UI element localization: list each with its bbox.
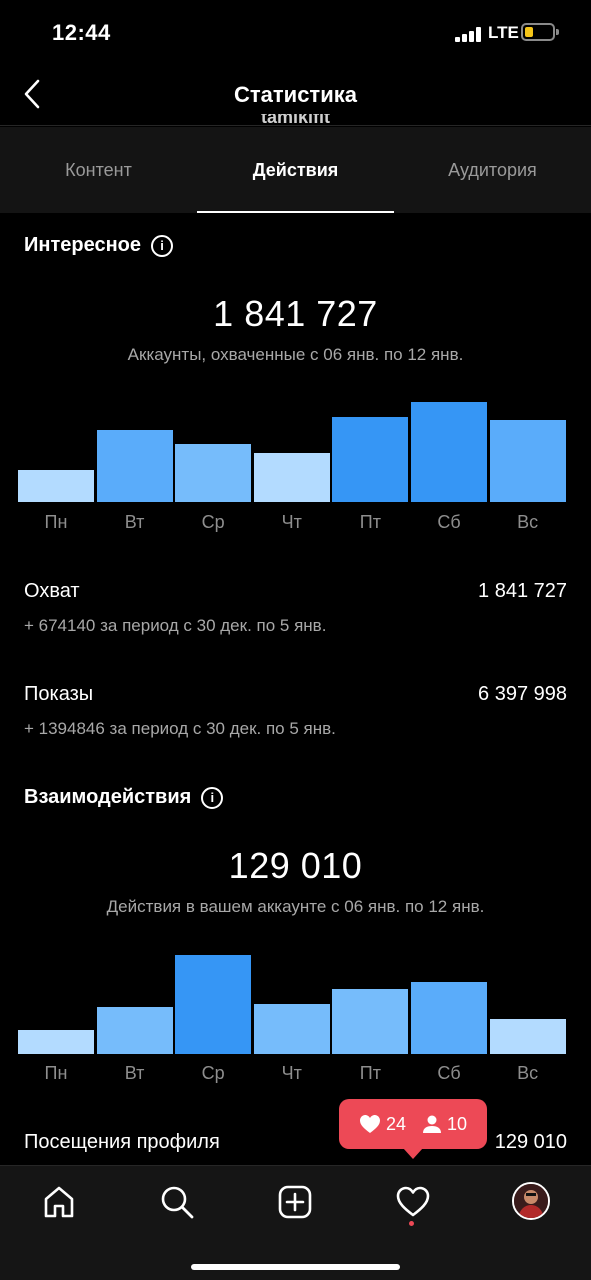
discovery-day-label: Пн [44, 512, 68, 532]
activity-heart-icon [396, 1186, 430, 1217]
interactions-caption: Действия в вашем аккаунте с 06 янв. по 1… [106, 897, 485, 916]
stats-tabs: Контент Действия Аудитория [0, 127, 591, 213]
home-indicator [191, 1264, 400, 1270]
interactions-section-title: Взаимодействия i [24, 786, 224, 809]
interactions-bar[interactable] [18, 1030, 94, 1054]
reach-row[interactable]: Охват 1 841 727 + 674140 за период с 30 … [24, 580, 567, 640]
interactions-day-label: Вс [517, 1063, 539, 1083]
discovery-bar[interactable] [175, 444, 252, 502]
interactions-bar[interactable] [96, 1007, 173, 1054]
nav-search-button[interactable] [155, 1180, 199, 1224]
activity-indicator-dot [409, 1221, 414, 1226]
person-icon [423, 1115, 441, 1133]
interactions-bar[interactable] [411, 982, 487, 1054]
tab-audience[interactable]: Аудитория [394, 127, 591, 213]
interactions-day-label: Пт [359, 1063, 381, 1083]
interactions-day-label: Вт [124, 1063, 145, 1083]
interactions-bar[interactable] [489, 1019, 566, 1054]
profile-visits-value: 129 010 [494, 1131, 567, 1153]
heart-icon [359, 1115, 380, 1133]
discovery-bar[interactable] [96, 430, 173, 502]
discovery-day-label: Вт [124, 512, 145, 532]
interactions-day-label: Чт [281, 1063, 302, 1083]
network-type: LTE [488, 23, 519, 42]
discovery-day-label: Чт [281, 512, 302, 532]
interactions-chart-labels: Пн Вт Ср Чт Пт Сб Вс [18, 1063, 574, 1087]
nav-activity-button[interactable] [391, 1180, 435, 1224]
interactions-total: 129 010 [228, 845, 363, 886]
interactions-day-label: Ср [201, 1063, 225, 1083]
interactions-bar[interactable] [332, 989, 409, 1054]
info-icon[interactable]: i [201, 786, 224, 809]
tab-content[interactable]: Контент [0, 127, 197, 213]
discovery-title: Интересное [24, 234, 141, 256]
username-peek: tamikifit [260, 114, 330, 127]
bottom-nav [0, 1165, 591, 1280]
reach-value: 1 841 727 [478, 580, 567, 602]
add-post-icon [278, 1185, 312, 1219]
discovery-bar[interactable] [18, 470, 94, 502]
discovery-chart-labels: Пн Вт Ср Чт Пт Сб Вс [18, 512, 574, 536]
likes-count-value: 24 [385, 1113, 406, 1134]
follows-count: 10 [422, 1114, 467, 1135]
discovery-bar[interactable] [489, 420, 566, 502]
discovery-bar[interactable] [253, 453, 330, 502]
tab-activity[interactable]: Действия [197, 127, 394, 213]
nav-home-button[interactable] [37, 1180, 81, 1224]
profile-avatar[interactable] [512, 1182, 550, 1220]
discovery-bar[interactable] [411, 402, 487, 502]
interactions-title: Взаимодействия [24, 786, 192, 808]
status-bar: 12:44 LTE [0, 0, 591, 66]
impressions-row[interactable]: Показы 6 397 998 + 1394846 за период с 3… [24, 683, 567, 743]
likes-count: 24 [359, 1114, 406, 1135]
home-icon [44, 1186, 74, 1218]
reach-label: Охват [24, 580, 80, 602]
info-icon[interactable]: i [151, 234, 173, 257]
discovery-day-label: Ср [201, 512, 225, 532]
cellular-signal-icon [455, 26, 483, 42]
activity-notification-bubble[interactable]: 24 10 [339, 1099, 487, 1159]
discovery-day-label: Пт [359, 512, 381, 532]
reach-change: + 674140 за период с 30 дек. по 5 янв. [24, 616, 327, 635]
battery-icon [521, 23, 559, 41]
discovery-chart [18, 402, 574, 502]
discovery-bar[interactable] [332, 417, 409, 502]
impressions-value: 6 397 998 [478, 683, 567, 705]
avatar-image [514, 1184, 548, 1218]
interactions-chart [18, 955, 574, 1054]
interactions-day-label: Сб [437, 1063, 461, 1083]
discovery-total: 1 841 727 [213, 293, 378, 334]
discovery-day-label: Вс [517, 512, 539, 532]
interactions-day-label: Пн [44, 1063, 68, 1083]
search-icon [161, 1186, 194, 1219]
discovery-section-title: Интересное i [24, 234, 173, 257]
follows-count-value: 10 [447, 1113, 468, 1134]
status-time: 12:44 [52, 20, 111, 45]
profile-visits-label: Посещения профиля [24, 1131, 220, 1153]
page-title: Статистика [234, 82, 357, 107]
interactions-bar[interactable] [253, 1004, 330, 1054]
impressions-label: Показы [24, 683, 94, 705]
interactions-bar[interactable] [175, 955, 252, 1054]
impressions-change: + 1394846 за период с 30 дек. по 5 янв. [24, 719, 336, 738]
nav-new-post-button[interactable] [273, 1180, 317, 1224]
discovery-day-label: Сб [437, 512, 461, 532]
discovery-caption: Аккаунты, охваченные с 06 янв. по 12 янв… [127, 345, 464, 364]
